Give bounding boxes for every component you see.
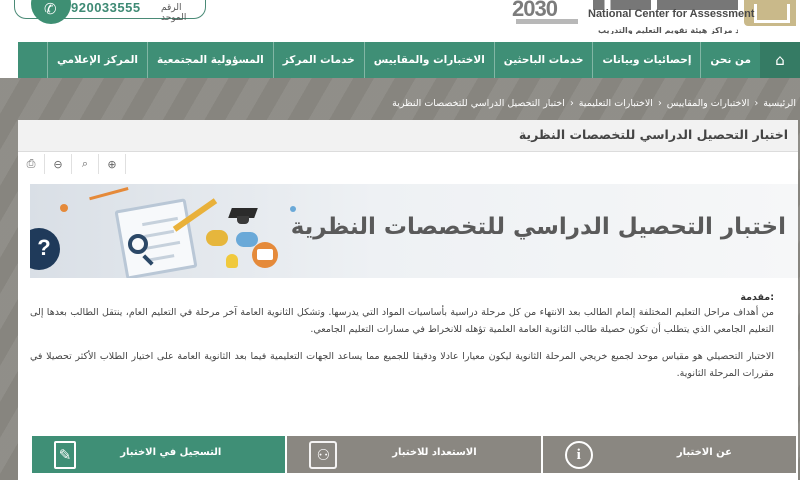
intro-heading: مقدمة: bbox=[740, 292, 774, 303]
zoom-in-icon[interactable]: ⊕ bbox=[99, 154, 126, 174]
breadcrumb-current: اختبار التحصيل الدراسي للتخصصات النظرية bbox=[392, 97, 565, 109]
zoom-out-icon[interactable]: ⊖ bbox=[45, 154, 72, 174]
people-icon: ⚇ bbox=[309, 441, 338, 469]
nav-menu: ⌂ من نحن إحصائيات وبيانات خدمات الباحثين… bbox=[18, 42, 800, 78]
breadcrumb-tests[interactable]: الاختبارات والمقاييس bbox=[667, 98, 750, 109]
prepare-test-button[interactable]: الاستعداد للاختبار ⚇ bbox=[287, 436, 541, 473]
magnifier-icon bbox=[128, 234, 148, 254]
nav-item-media-center[interactable]: المركز الإعلامي bbox=[46, 42, 147, 78]
lightbulb-icon bbox=[226, 254, 238, 268]
hotline-label: الرقم الموحد bbox=[161, 3, 187, 23]
nav-item-researchers[interactable]: خدمات الباحثين bbox=[493, 42, 593, 78]
breadcrumb-separator: › bbox=[569, 97, 574, 109]
top-header: National Center for Assessment أحد مراكز… bbox=[0, 0, 800, 42]
page-tools: ⎙ ⊖ ⌕ ⊕ bbox=[18, 154, 126, 174]
action-buttons: عن الاختبار i الاستعداد للاختبار ⚇ التسج… bbox=[32, 436, 796, 473]
home-icon[interactable]: ⌂ bbox=[760, 42, 800, 78]
center-subtitle: أحد مراكز هيئة تقويم التعليم والتدريب bbox=[598, 26, 738, 34]
info-icon: i bbox=[564, 441, 593, 469]
register-test-label: التسجيل في الاختبار bbox=[120, 447, 222, 458]
content-panel: اختبار التحصيل الدراسي للتخصصات النظرية … bbox=[18, 120, 798, 480]
book-icon bbox=[252, 242, 278, 268]
hotline-box[interactable]: ✆ 920033555 الرقم الموحد bbox=[14, 0, 206, 24]
speech-bubble-icon bbox=[236, 232, 258, 247]
zoom-reset-icon[interactable]: ⌕ bbox=[72, 154, 99, 174]
register-test-button[interactable]: التسجيل في الاختبار ✎ bbox=[32, 436, 286, 473]
nav-item-statistics[interactable]: إحصائيات وبيانات bbox=[592, 42, 700, 78]
breadcrumb-separator: › bbox=[754, 97, 759, 109]
breadcrumb-educational-tests[interactable]: الاختبارات التعليمية bbox=[579, 98, 653, 109]
nav-item-tests[interactable]: الاختبارات والمقاييس bbox=[363, 42, 494, 78]
vision-2030-logo: 2030 bbox=[512, 0, 580, 34]
graduation-cap-icon bbox=[230, 206, 256, 226]
page-banner: ? اختبار التحصيل الدراسي للتخصصات النظري… bbox=[30, 184, 798, 278]
print-icon[interactable]: ⎙ bbox=[18, 154, 45, 174]
center-name-english: National Center for Assessment bbox=[588, 8, 755, 20]
question-mark-icon: ? bbox=[30, 228, 60, 270]
checklist-board-illustration bbox=[114, 198, 198, 278]
hotline-number: 920033555 bbox=[71, 0, 141, 15]
nav-item-services[interactable]: خدمات المركز bbox=[272, 42, 364, 78]
document-pen-icon: ✎ bbox=[54, 441, 77, 469]
about-test-label: عن الاختبار bbox=[676, 447, 732, 458]
banner-title: اختبار التحصيل الدراسي للتخصصات النظرية bbox=[290, 214, 786, 240]
decor-dot bbox=[60, 204, 68, 212]
phone-icon: ✆ bbox=[31, 0, 71, 24]
title-bar: اختبار التحصيل الدراسي للتخصصات النظرية bbox=[18, 120, 798, 152]
prepare-test-label: الاستعداد للاختبار bbox=[392, 447, 477, 458]
about-test-button[interactable]: عن الاختبار i bbox=[542, 436, 796, 473]
speech-bubble-icon bbox=[206, 230, 228, 246]
breadcrumb: الرئيسية › الاختبارات والمقاييس › الاختب… bbox=[392, 96, 796, 110]
intro-paragraph: من أهداف مراحل التعليم المختلفة إلمام ال… bbox=[30, 307, 774, 335]
main-navbar: ⌂ من نحن إحصائيات وبيانات خدمات الباحثين… bbox=[0, 42, 800, 78]
breadcrumb-separator: › bbox=[657, 97, 662, 109]
page-title: اختبار التحصيل الدراسي للتخصصات النظرية bbox=[518, 127, 788, 142]
breadcrumb-home[interactable]: الرئيسية bbox=[763, 98, 796, 109]
nav-item-about[interactable]: من نحن bbox=[700, 42, 760, 78]
zigzag-decoration bbox=[89, 187, 131, 209]
nav-item-social-responsibility[interactable]: المسؤولية المجتمعية bbox=[147, 42, 273, 78]
description-paragraph: الاختبار التحصيلي هو مقياس موحد لجميع خر… bbox=[30, 351, 774, 379]
vision-caption-bar bbox=[516, 19, 578, 24]
decor-dot bbox=[290, 206, 296, 212]
